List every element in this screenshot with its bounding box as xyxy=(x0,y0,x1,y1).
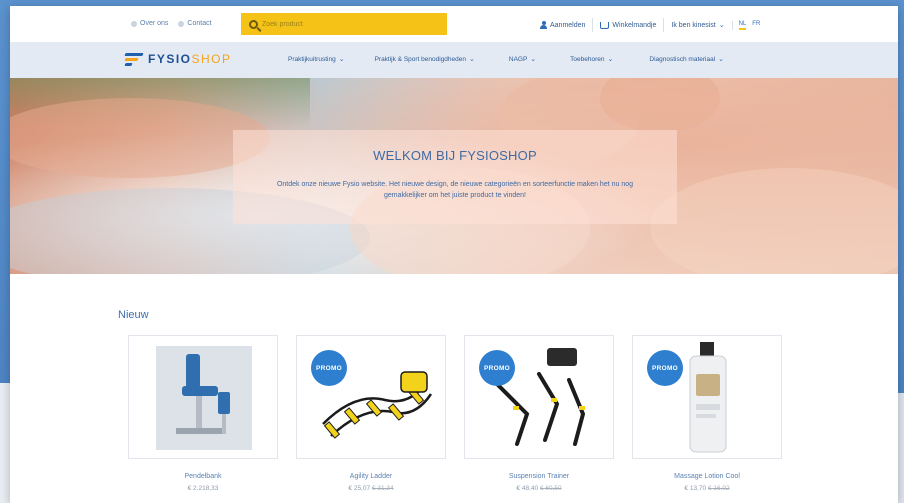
product-price: € 25,07 € 31,34 xyxy=(348,485,394,492)
search-input[interactable] xyxy=(262,20,432,28)
hero-title: WELKOM BIJ FYSIOSHOP xyxy=(373,148,537,163)
chevron-down-icon: ⌄ xyxy=(607,56,614,63)
chevron-down-icon: ⌄ xyxy=(718,56,725,63)
product-name[interactable]: Pendelbank xyxy=(128,473,278,480)
product-image xyxy=(156,346,252,450)
cart-label: Winkelmandje xyxy=(612,21,657,29)
product-name[interactable]: Massage Lotion Cool xyxy=(632,473,782,480)
hero-text: Ontdek onze nieuwe Fysio website. Het ni… xyxy=(276,181,634,199)
nav-item-praktijk-sport[interactable]: Praktijk & Sport benodigdheden ⌄ xyxy=(374,55,475,64)
profile-label: Ik ben kinesist xyxy=(671,21,716,29)
nav-item-label: Toebehoren xyxy=(570,55,605,63)
product-price: € 13,70 € 16,02 xyxy=(684,485,730,492)
nav-item-toebehoren[interactable]: Toebehoren ⌄ xyxy=(570,55,614,64)
logo-icon xyxy=(124,52,144,66)
top-bar: Over ons Contact Aanmelden Winkelmandje … xyxy=(10,6,898,42)
product-image xyxy=(689,342,727,453)
product-old-price: € 60,50 xyxy=(539,485,562,492)
contact-link[interactable]: Contact xyxy=(178,20,212,27)
hero-banner: WELKOM BIJ FYSIOSHOP Ontdek onze nieuwe … xyxy=(10,78,898,274)
language-nl[interactable]: NL xyxy=(738,21,747,30)
chevron-down-icon: ⌄ xyxy=(338,56,345,63)
chevron-down-icon: ⌄ xyxy=(530,56,537,63)
promo-badge: PROMO xyxy=(479,350,515,386)
login-button[interactable]: Aanmelden xyxy=(533,18,592,32)
account-bar: Aanmelden Winkelmandje Ik ben kinesist ⌄… xyxy=(533,18,760,32)
profile-dropdown[interactable]: Ik ben kinesist ⌄ xyxy=(663,18,731,32)
product-price: € 48,40 € 60,50 xyxy=(516,485,562,492)
product-card-pendelbank[interactable] xyxy=(128,335,278,459)
product-name[interactable]: Agility Ladder xyxy=(296,473,446,480)
logo-text: FYSIOSHOP xyxy=(148,52,232,66)
section-title: Nieuw xyxy=(118,309,149,321)
product-card-massage-lotion[interactable]: PROMO xyxy=(632,335,782,459)
product-card-suspension-trainer[interactable]: PROMO xyxy=(464,335,614,459)
nav-item-nagp[interactable]: NAGP ⌄ xyxy=(508,55,537,64)
language-switcher: NL FR xyxy=(731,20,760,30)
nav-item-diagnostisch[interactable]: Diagnostisch materiaal ⌄ xyxy=(649,55,725,64)
main-nav: FYSIOSHOP Praktijkuitrusting ⌄ Praktijk &… xyxy=(10,42,898,78)
product-name[interactable]: Suspension Trainer xyxy=(464,473,614,480)
logo[interactable]: FYSIOSHOP xyxy=(124,52,232,66)
product-card-agility-ladder[interactable]: PROMO xyxy=(296,335,446,459)
search-bar[interactable] xyxy=(241,13,447,35)
about-link[interactable]: Over ons xyxy=(131,20,168,27)
product-old-price: € 31,34 xyxy=(371,485,394,492)
nav-item-label: Praktijk & Sport benodigdheden xyxy=(374,55,466,63)
user-icon xyxy=(540,21,547,29)
about-link-label: Over ons xyxy=(140,20,169,27)
info-icon xyxy=(131,20,137,27)
chevron-down-icon: ⌄ xyxy=(469,56,475,63)
promo-badge: PROMO xyxy=(647,350,683,386)
chevron-down-icon: ⌄ xyxy=(718,22,725,29)
top-links: Over ons Contact xyxy=(131,20,212,27)
product-old-price: € 16,02 xyxy=(707,485,730,492)
nav-item-label: Diagnostisch materiaal xyxy=(649,55,716,63)
nav-menu: Praktijkuitrusting ⌄ Praktijk & Sport ben… xyxy=(288,55,725,64)
product-price: € 2.218,33 xyxy=(187,485,219,492)
nav-item-label: Praktijkuitrusting xyxy=(288,55,336,63)
mail-icon xyxy=(178,20,185,27)
search-icon[interactable] xyxy=(249,19,258,29)
browser-page: Over ons Contact Aanmelden Winkelmandje … xyxy=(10,6,898,503)
nav-item-label: NAGP xyxy=(508,55,528,63)
contact-link-label: Contact xyxy=(187,20,212,27)
cart-icon xyxy=(600,21,610,29)
hero-welcome-box: WELKOM BIJ FYSIOSHOP Ontdek onze nieuwe … xyxy=(233,130,677,224)
login-label: Aanmelden xyxy=(550,21,586,29)
nav-item-praktijkuitrusting[interactable]: Praktijkuitrusting ⌄ xyxy=(288,55,345,64)
cart-button[interactable]: Winkelmandje xyxy=(592,18,663,32)
promo-badge: PROMO xyxy=(311,350,347,386)
language-fr[interactable]: FR xyxy=(752,21,760,30)
